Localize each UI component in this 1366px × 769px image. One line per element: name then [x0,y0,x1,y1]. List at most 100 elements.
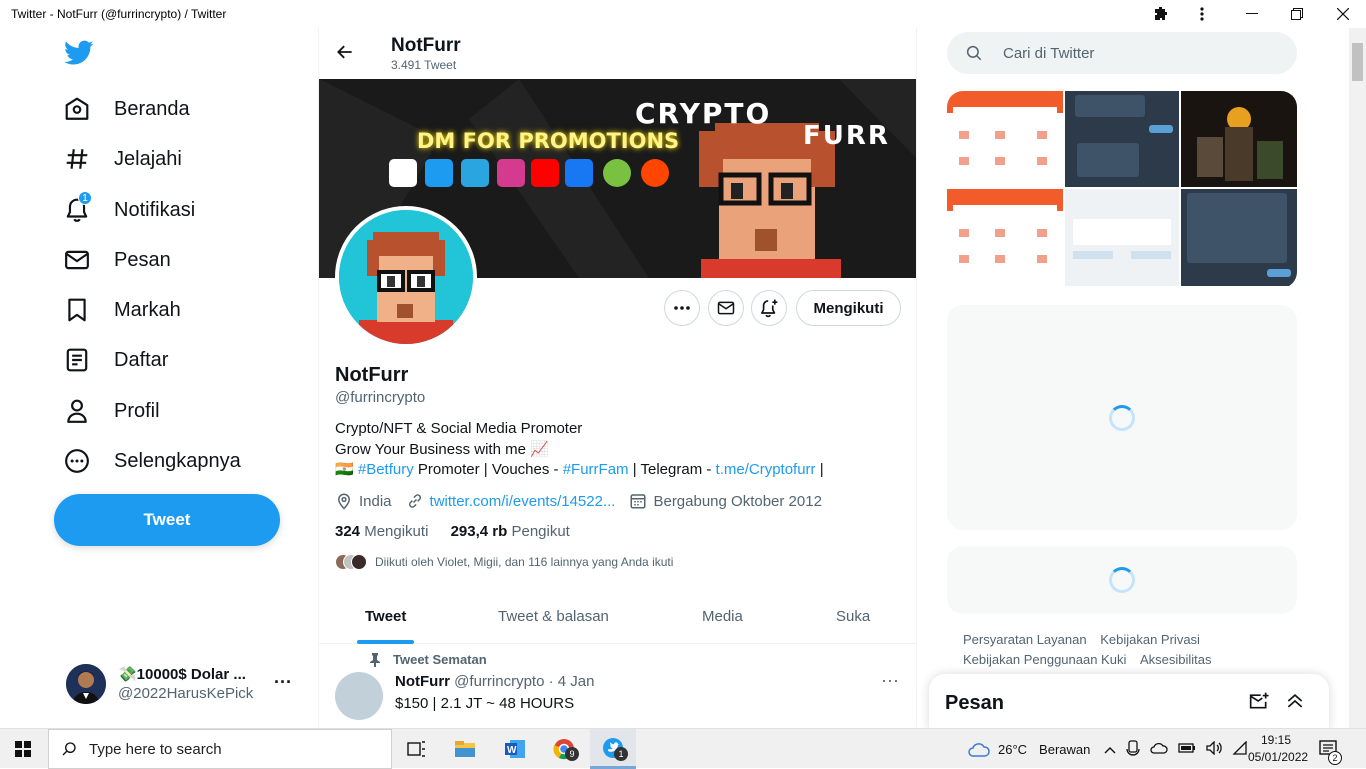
account-name: 💸10000$ Dolar ... [118,666,246,683]
chrome-badge: 9 [565,747,579,761]
notify-bell-button[interactable] [751,290,787,326]
file-explorer-icon[interactable] [442,729,488,769]
bio-line-1: Crypto/NFT & Social Media Promoter [335,420,583,437]
meet-now-icon[interactable] [1126,739,1140,759]
nav-explore[interactable]: Jelajahi [62,137,182,181]
banner-promo-text: DM FOR PROMOTIONS [417,129,680,153]
svg-text:W: W [507,745,517,756]
page-scrollbar[interactable] [1349,28,1366,728]
tweet-more-icon[interactable]: ··· [881,670,899,691]
twitter-taskbar-icon[interactable]: 1 [590,729,636,769]
media-thumb[interactable] [1065,189,1179,286]
facebook-icon [565,159,593,187]
account-switcher[interactable]: 💸10000$ Dolar ... @2022HarusKePick ··· [66,662,306,706]
tab-tweets-replies[interactable]: Tweet & balasan [498,608,609,625]
nav-bookmarks-label: Markah [114,298,181,321]
header-tweet-count: 3.491 Tweet [391,58,457,72]
media-grid[interactable] [947,91,1297,288]
telegram-link[interactable]: t.me/Cryptofurr [716,461,816,478]
hashtag-betfury[interactable]: #Betfury [358,461,414,478]
joined-text: Bergabung Oktober 2012 [653,492,822,510]
following-link[interactable]: 324 Mengikuti [335,523,428,540]
who-to-follow-card-loading [947,546,1297,614]
search-input[interactable]: Cari di Twitter [947,32,1297,74]
pinned-label: Tweet Sematan [369,652,487,667]
system-tray [1104,729,1248,769]
word-icon[interactable]: W [492,729,538,769]
new-message-icon[interactable] [1249,691,1269,716]
website-link[interactable]: twitter.com/i/events/14522... [430,493,616,510]
website[interactable]: twitter.com/i/events/14522... [406,492,616,510]
task-view-icon[interactable] [394,729,440,769]
tab-media[interactable]: Media [702,608,743,625]
profile-avatar[interactable] [335,206,477,348]
media-thumb[interactable] [1065,91,1179,187]
taskbar-search[interactable]: Type here to search [48,729,392,769]
hashtag-furrfam[interactable]: #FurrFam [563,461,629,478]
media-thumb[interactable] [947,189,1063,286]
restore-icon[interactable] [1277,2,1317,26]
minimize-icon[interactable] [1232,2,1272,26]
search-icon [966,45,982,61]
nav-bookmarks[interactable]: Markah [62,288,181,332]
nav-notifications[interactable]: 1 Notifikasi [62,188,195,232]
media-thumb[interactable] [1181,189,1297,286]
tweet-avatar[interactable] [335,672,383,720]
onedrive-icon[interactable] [1150,742,1168,757]
footer-accessibility[interactable]: Aksesibilitas [1140,652,1212,667]
more-options-button[interactable] [664,290,700,326]
taskbar-clock[interactable]: 19:15 05/01/2022 [1248,732,1308,766]
followed-by[interactable]: Diikuti oleh Violet, Migii, dan 116 lain… [335,554,673,570]
back-arrow-icon[interactable] [335,42,355,67]
start-button[interactable] [0,729,46,769]
notification-count-badge: 2 [1328,751,1342,765]
footer-cookies[interactable]: Kebijakan Penggunaan Kuki [963,652,1126,667]
footer-links-1: Persyaratan Layanan Kebijakan Privasi [963,632,1200,647]
messages-drawer[interactable]: Pesan [929,674,1329,730]
volume-icon[interactable] [1206,739,1222,758]
wifi-icon[interactable] [1232,739,1248,758]
following-button[interactable]: Mengikuti [796,290,901,326]
twitter-social-icon [425,159,453,187]
tab-likes[interactable]: Suka [836,608,870,625]
followed-by-text: Diikuti oleh Violet, Migii, dan 116 lain… [375,555,674,569]
menu-dots-icon[interactable] [1182,2,1222,26]
nav-lists[interactable]: Daftar [62,338,168,382]
followers-link[interactable]: 293,4 rb Pengikut [451,523,570,540]
tweet-author[interactable]: NotFurr [395,673,450,690]
title-bar: Twitter - NotFurr (@furrincrypto) / Twit… [0,0,1366,28]
tab-tweets[interactable]: Tweet [365,608,406,625]
notification-center[interactable]: 2 [1318,729,1342,769]
instagram-icon [497,159,525,187]
nav-profile[interactable]: Profil [62,389,160,433]
nav-more-label: Selengkapnya [114,449,241,472]
media-thumb[interactable] [947,91,1063,187]
footer-privacy[interactable]: Kebijakan Privasi [1100,632,1200,647]
follower-avatars [335,554,367,570]
right-sidebar: Cari di Twitter Persyaratan Layanan Kebi… [917,28,1349,730]
media-thumb[interactable] [1181,91,1297,187]
chrome-icon[interactable]: 9 [541,729,587,769]
footer-terms[interactable]: Persyaratan Layanan [963,632,1087,647]
message-button[interactable] [708,290,744,326]
battery-icon[interactable] [1178,742,1196,757]
nav-explore-label: Jelajahi [114,147,182,170]
close-icon[interactable] [1323,2,1363,26]
nav-more[interactable]: Selengkapnya [62,439,241,483]
active-tab-indicator [357,640,414,644]
coinmarketcap-icon [389,159,417,187]
twitter-logo-icon[interactable] [64,40,96,68]
chevron-up-icon[interactable] [1104,742,1116,757]
nav-messages[interactable]: Pesan [62,238,171,282]
expand-chevron-icon[interactable] [1285,691,1305,716]
account-more-icon[interactable]: ··· [274,672,292,693]
bell-icon: 1 [62,191,92,225]
notification-badge: 1 [78,191,92,205]
tweet-button[interactable]: Tweet [54,494,280,546]
extensions-icon[interactable] [1141,2,1181,26]
weather-widget[interactable]: 26°C Berawan [968,729,1090,769]
list-icon [62,345,92,375]
loading-spinner [1109,567,1135,593]
nav-home[interactable]: Beranda [62,87,190,131]
scrollbar-thumb[interactable] [1352,43,1363,81]
